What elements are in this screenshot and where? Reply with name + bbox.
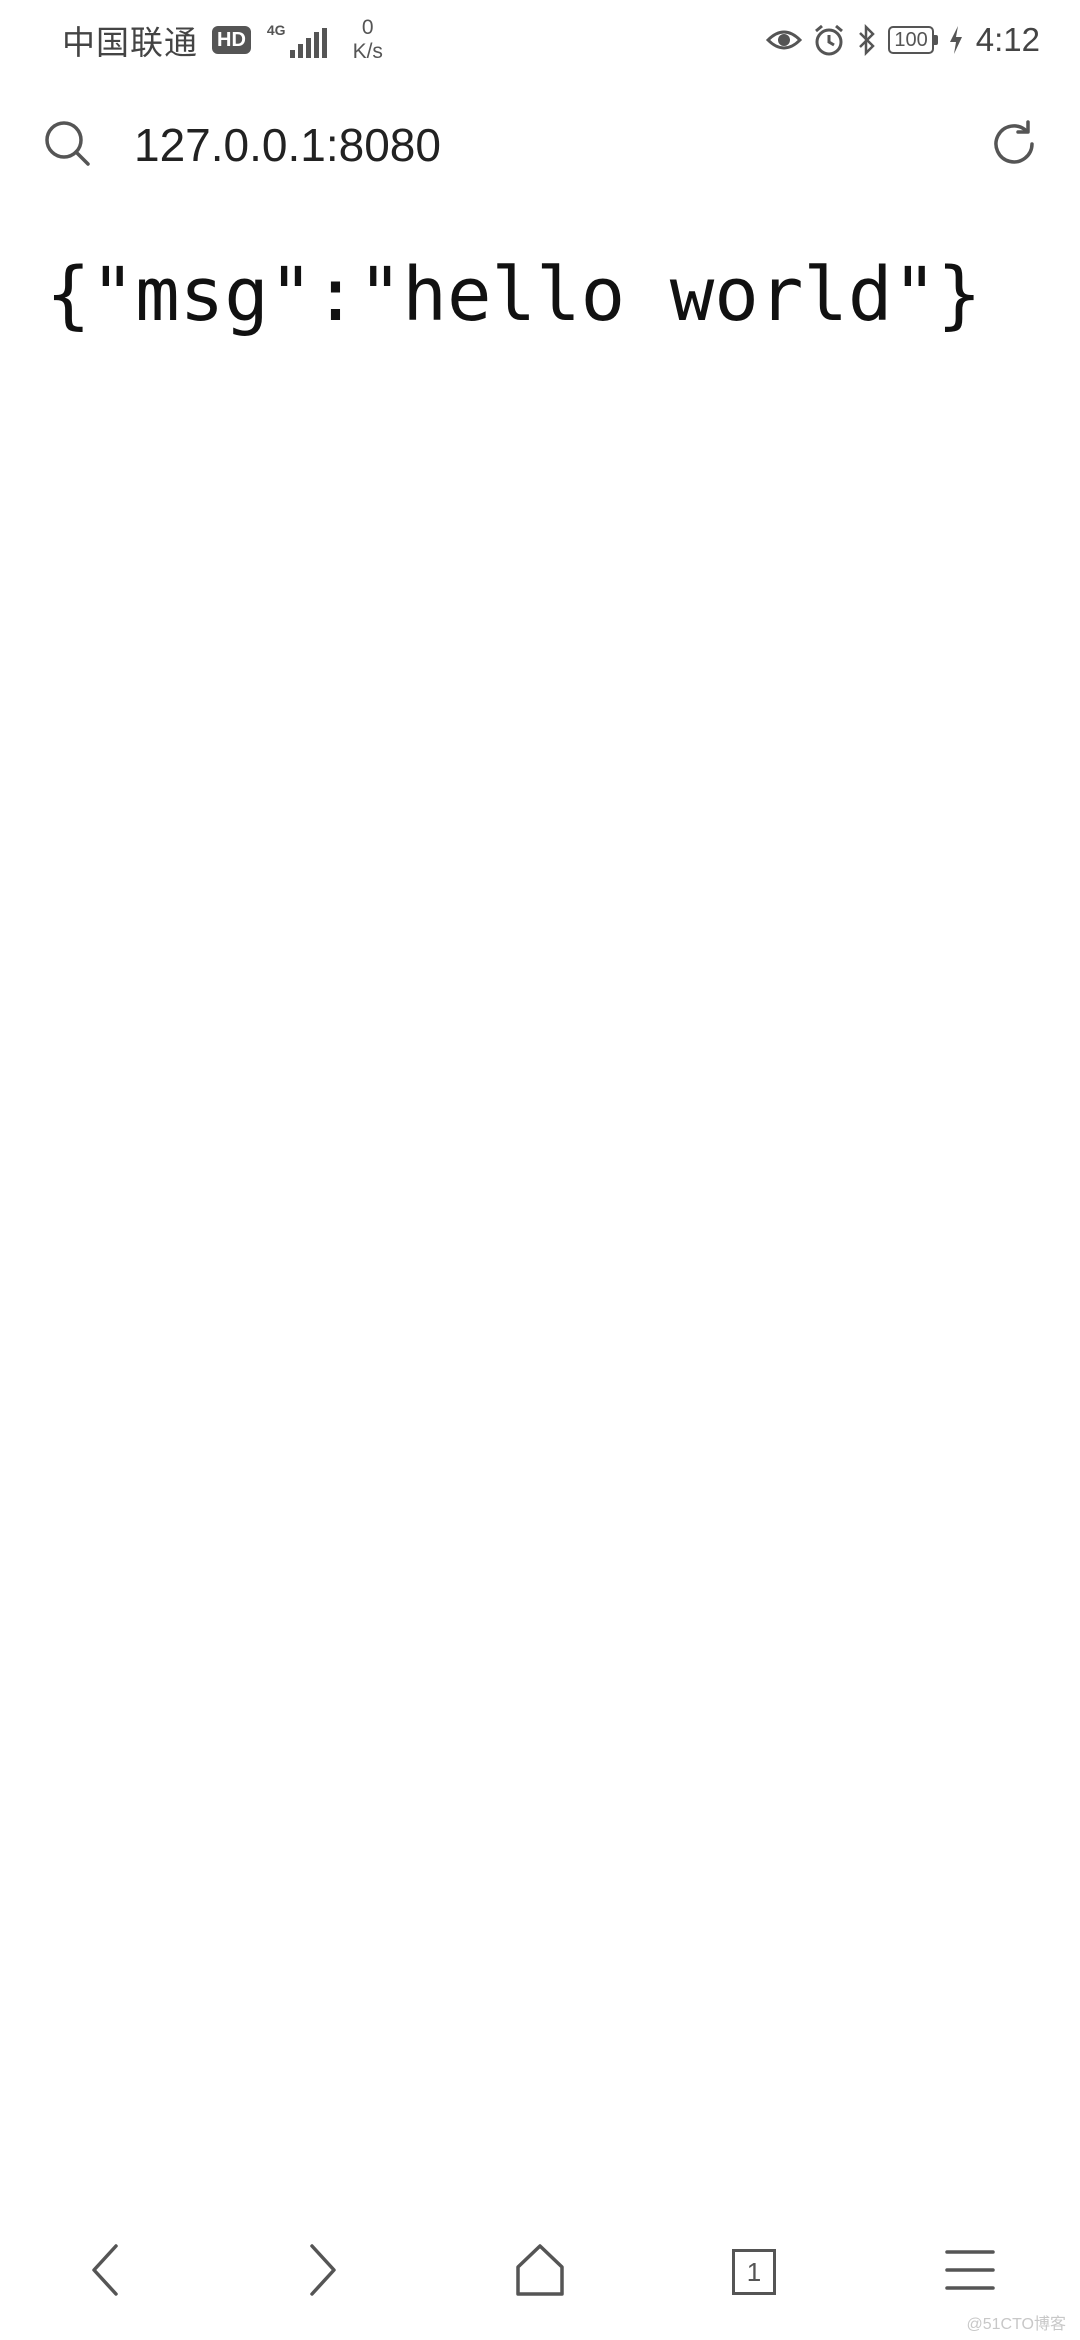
status-bar-right: 100 4:12: [766, 14, 1040, 66]
back-arrow-icon: [86, 2242, 126, 2303]
status-bar: 中国联通 HD 4G 0 K/s 100 4:12: [0, 0, 1080, 80]
clock: 4:12: [975, 21, 1040, 58]
watermark: @51CTO博客: [966, 2316, 1066, 2333]
network-type: 4G: [266, 22, 286, 38]
battery-icon: 100: [888, 26, 938, 54]
forward-arrow-icon: [302, 2242, 342, 2303]
tabs-button[interactable]: 1: [722, 2240, 786, 2304]
hd-badge: HD: [212, 26, 251, 54]
network-speed-unit: K/s: [352, 40, 383, 63]
eye-icon: [766, 26, 803, 54]
address-bar: 127.0.0.1:8080: [0, 100, 1080, 190]
json-response-text: {"msg":"hello world"}: [46, 252, 982, 338]
home-button[interactable]: [508, 2240, 572, 2304]
home-icon: [514, 2243, 566, 2302]
charging-icon: [948, 25, 964, 55]
tabs-icon: 1: [732, 2249, 776, 2295]
network-speed: 0 K/s: [353, 16, 383, 64]
status-bar-left: 中国联通 HD 4G 0 K/s: [62, 14, 383, 66]
network-speed-value: 0: [361, 16, 374, 39]
signal-bars-icon: [289, 28, 327, 58]
menu-icon: [945, 2248, 995, 2297]
alarm-icon: [812, 23, 846, 57]
carrier-name: 中国联通: [62, 24, 198, 61]
url-field[interactable]: 127.0.0.1:8080: [134, 118, 441, 172]
battery-level: 100: [888, 26, 934, 54]
reload-icon[interactable]: [988, 118, 1040, 170]
search-icon[interactable]: [42, 118, 94, 170]
signal-indicator: 4G: [267, 22, 327, 58]
tab-count: 1: [746, 2256, 762, 2287]
back-button[interactable]: [74, 2240, 138, 2304]
page-content: {"msg":"hello world"}: [46, 240, 1046, 350]
menu-button[interactable]: [938, 2240, 1002, 2304]
forward-button[interactable]: [290, 2240, 354, 2304]
bottom-toolbar: 1: [0, 2220, 1080, 2320]
bluetooth-icon: [856, 24, 878, 56]
